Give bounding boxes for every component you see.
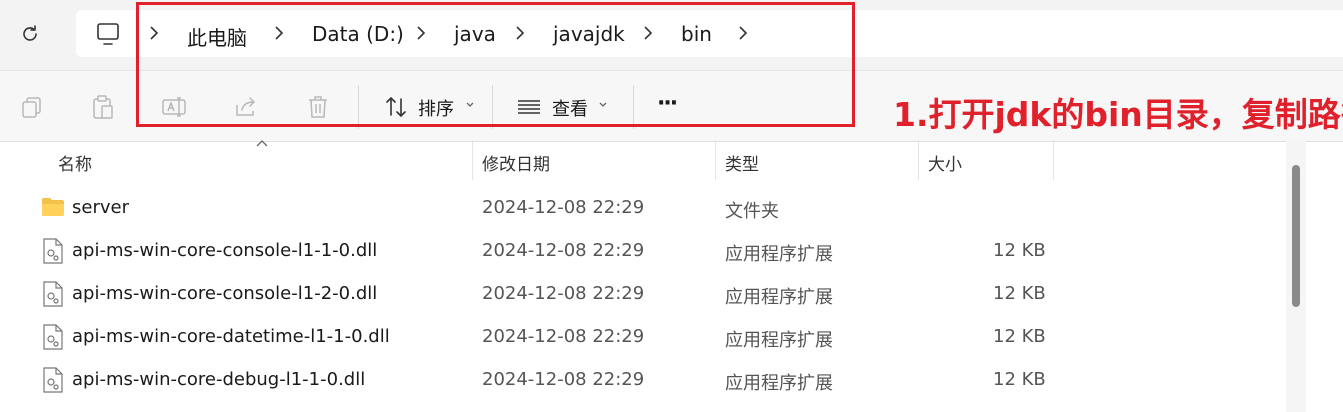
file-modified: 2024-12-08 22:29 [482, 197, 645, 218]
file-name: api-ms-win-core-console-l1-2-0.dll [72, 283, 378, 304]
column-header-row: 名称 修改日期 类型 大小 [0, 140, 1300, 180]
sort-ascending-icon [256, 140, 268, 147]
dll-file-icon [43, 281, 63, 307]
file-size: 12 KB [993, 240, 1046, 261]
file-row[interactable]: api-ms-win-core-console-l1-1-0.dll 2024-… [0, 229, 1290, 272]
file-row[interactable]: api-ms-win-core-debug-l1-1-0.dll 2024-12… [0, 358, 1290, 401]
column-header-modified[interactable]: 修改日期 [482, 150, 550, 175]
highlight-box [136, 2, 855, 127]
file-name: api-ms-win-core-console-l1-1-0.dll [72, 240, 378, 261]
dll-file-icon [43, 324, 63, 350]
file-modified: 2024-12-08 22:29 [482, 369, 645, 390]
file-size: 12 KB [993, 369, 1046, 390]
file-row[interactable]: api-ms-win-core-console-l1-2-0.dll 2024-… [0, 272, 1290, 315]
file-type: 应用程序扩展 [725, 244, 833, 265]
file-type: 文件夹 [725, 201, 779, 222]
column-divider[interactable] [1053, 140, 1054, 180]
file-name: api-ms-win-core-datetime-l1-1-0.dll [72, 326, 390, 347]
file-name: api-ms-win-core-debug-l1-1-0.dll [72, 369, 366, 390]
copy-icon[interactable] [18, 93, 46, 121]
file-row[interactable]: api-ms-win-core-datetime-l1-1-0.dll 2024… [0, 315, 1290, 358]
annotation-text: 1.打开jdk的bin目录，复制路径 [893, 95, 1343, 134]
column-divider[interactable] [918, 140, 919, 180]
file-modified: 2024-12-08 22:29 [482, 283, 645, 304]
this-pc-icon[interactable] [94, 20, 122, 48]
paste-icon[interactable] [89, 93, 117, 121]
column-header-type[interactable]: 类型 [725, 150, 759, 175]
file-size: 12 KB [993, 283, 1046, 304]
file-type: 应用程序扩展 [725, 373, 833, 394]
file-size: 12 KB [993, 326, 1046, 347]
file-name: server [72, 197, 129, 218]
folder-icon [42, 198, 64, 216]
dll-file-icon [43, 367, 63, 393]
column-header-name[interactable]: 名称 [58, 150, 92, 175]
column-header-size[interactable]: 大小 [928, 150, 962, 175]
refresh-icon [23, 25, 37, 41]
refresh-button[interactable] [16, 20, 44, 48]
scrollbar-thumb[interactable] [1292, 165, 1300, 307]
file-row[interactable]: server 2024-12-08 22:29 文件夹 [0, 186, 1290, 229]
file-modified: 2024-12-08 22:29 [482, 326, 645, 347]
dll-file-icon [43, 238, 63, 264]
column-divider[interactable] [472, 140, 473, 180]
file-modified: 2024-12-08 22:29 [482, 240, 645, 261]
file-type: 应用程序扩展 [725, 330, 833, 351]
file-type: 应用程序扩展 [725, 287, 833, 308]
column-divider[interactable] [715, 140, 716, 180]
